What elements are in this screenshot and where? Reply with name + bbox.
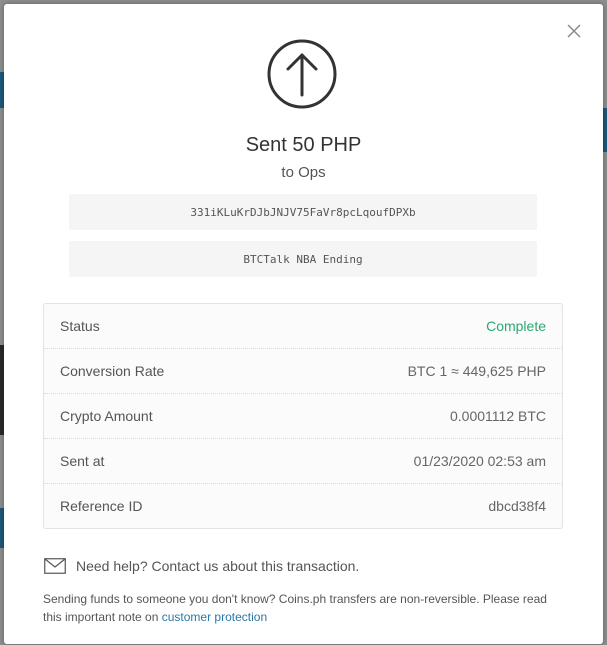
detail-label: Sent at [60, 453, 105, 469]
detail-row-status: Status Complete [44, 304, 562, 348]
recipient-name: to Ops [281, 164, 326, 181]
arrow-up-circle-icon [266, 38, 338, 110]
detail-label: Reference ID [60, 498, 143, 514]
detail-row-crypto-amount: Crypto Amount 0.0001112 BTC [44, 393, 562, 438]
crypto-amount-value: 0.0001112 BTC [450, 408, 546, 424]
detail-label: Crypto Amount [60, 408, 153, 424]
help-text: Need help? Contact us about this transac… [76, 558, 360, 574]
detail-row-conversion-rate: Conversion Rate BTC 1 ≈ 449,625 PHP [44, 348, 562, 393]
reference-id-value: dbcd38f4 [488, 498, 546, 514]
status-value: Complete [486, 318, 546, 334]
wallet-address: 331iKLuKrDJbJNJV75FaVr8pcLqoufDPXb [69, 194, 537, 230]
background-page-accent [603, 108, 607, 152]
detail-row-reference-id: Reference ID dbcd38f4 [44, 483, 562, 528]
protection-note: Sending funds to someone you don't know?… [43, 590, 563, 626]
sent-at-value: 01/23/2020 02:53 am [413, 453, 546, 469]
customer-protection-link[interactable]: customer protection [162, 610, 267, 624]
transaction-details: Status Complete Conversion Rate BTC 1 ≈ … [43, 303, 563, 529]
mail-icon [44, 558, 66, 574]
help-contact-link[interactable]: Need help? Contact us about this transac… [44, 558, 359, 574]
detail-label: Conversion Rate [60, 363, 165, 379]
conversion-rate-value: BTC 1 ≈ 449,625 PHP [407, 363, 546, 379]
note-text: Sending funds to someone you don't know?… [43, 592, 547, 624]
transaction-modal: Sent 50 PHP to Ops 331iKLuKrDJbJNJV75FaV… [4, 4, 603, 644]
transaction-memo: BTCTalk NBA Ending [69, 241, 537, 277]
detail-label: Status [60, 318, 100, 334]
transaction-title: Sent 50 PHP [245, 134, 362, 156]
close-icon [567, 24, 581, 38]
close-button[interactable] [565, 22, 583, 40]
detail-row-sent-at: Sent at 01/23/2020 02:53 am [44, 438, 562, 483]
